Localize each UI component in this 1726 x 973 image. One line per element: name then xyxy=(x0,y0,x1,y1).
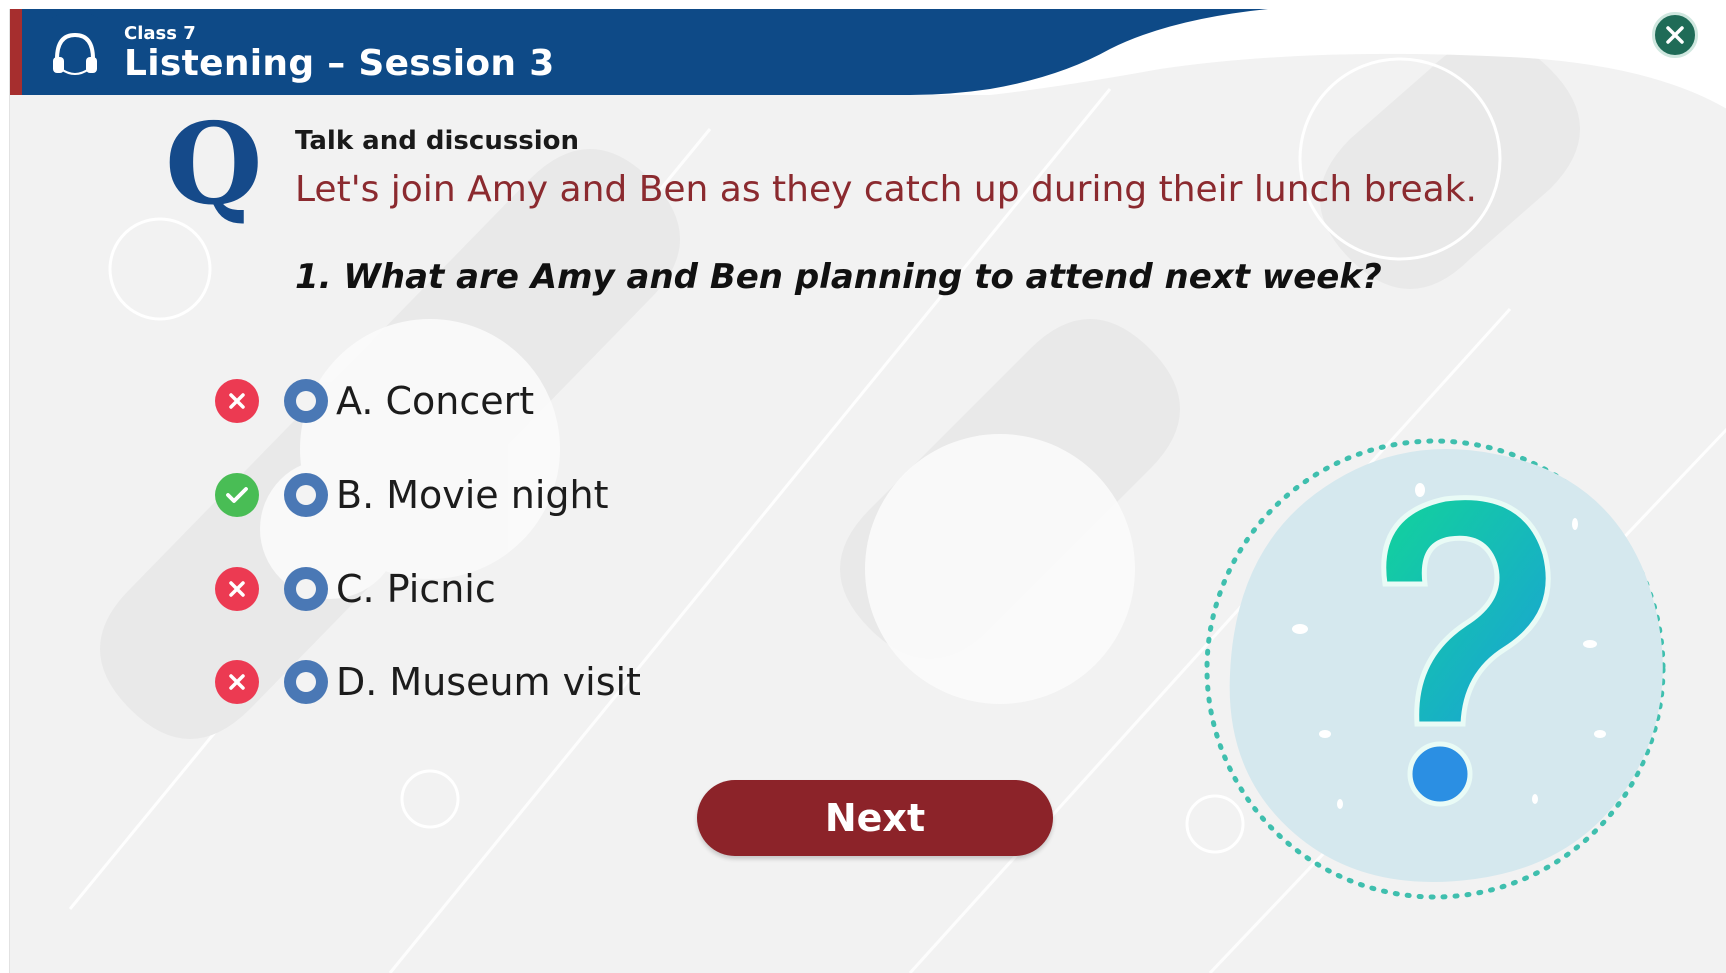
headphones-badge xyxy=(33,11,117,95)
session-title: Listening – Session 3 xyxy=(124,43,555,84)
headphones-icon xyxy=(53,32,97,75)
check-icon xyxy=(215,473,259,517)
question-mark-illustration xyxy=(1204,438,1666,900)
header-accent-bar xyxy=(10,9,22,95)
option-d[interactable]: D. Museum visit xyxy=(215,657,641,707)
option-label: D. Museum visit xyxy=(336,660,641,704)
section-label: Talk and discussion xyxy=(295,126,580,156)
option-label: B. Movie night xyxy=(336,473,609,517)
close-button[interactable] xyxy=(1652,12,1698,58)
wrong-icon xyxy=(215,660,259,704)
wrong-icon xyxy=(215,567,259,611)
option-label: A. Concert xyxy=(336,379,535,423)
radio-button[interactable] xyxy=(284,567,328,611)
option-a[interactable]: A. Concert xyxy=(215,376,534,426)
wrong-icon xyxy=(215,379,259,423)
question-prompt: Let's join Amy and Ben as they catch up … xyxy=(295,169,1477,210)
next-button[interactable]: Next xyxy=(697,780,1053,856)
close-icon xyxy=(1666,26,1684,44)
option-label: C. Picnic xyxy=(336,567,496,611)
option-c[interactable]: C. Picnic xyxy=(215,564,496,614)
radio-button[interactable] xyxy=(284,660,328,704)
class-label: Class 7 xyxy=(124,23,196,44)
radio-button[interactable] xyxy=(284,473,328,517)
question-text: 1. What are Amy and Ben planning to atte… xyxy=(295,257,1382,297)
radio-button[interactable] xyxy=(284,379,328,423)
option-b[interactable]: B. Movie night xyxy=(215,470,609,520)
quiz-screen: Class 7 Listening – Session 3 Q Talk and… xyxy=(9,9,1726,973)
question-logo: Q xyxy=(165,99,263,230)
